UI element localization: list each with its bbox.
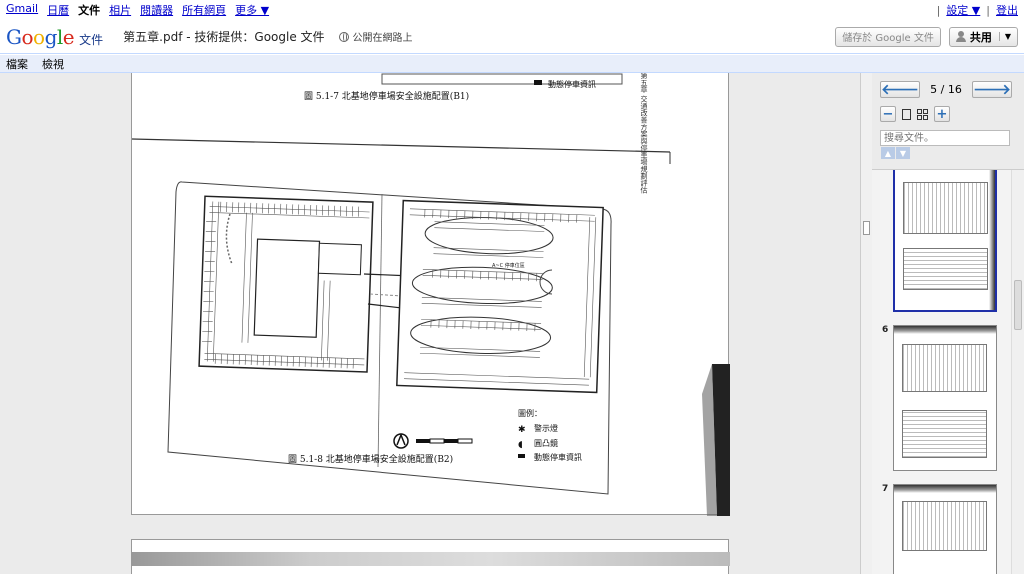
gbar-link-reader[interactable]: 閱讀器 — [140, 2, 173, 18]
legend-item: 圓凸鏡 — [534, 438, 558, 448]
scan-edge — [989, 170, 995, 310]
warning-light-icon: ✱ — [518, 425, 526, 435]
header-actions: 儲存於 Google 文件 共用 ▼ — [835, 26, 1024, 47]
google-docs-logo[interactable]: Google 文件 — [0, 25, 103, 49]
save-to-docs-button[interactable]: 儲存於 Google 文件 — [835, 26, 941, 47]
gbar-link-gmail[interactable]: Gmail — [6, 2, 38, 18]
next-page-button[interactable]: 🡒 — [972, 81, 1012, 98]
sharing-status: 公開在網路上 — [338, 29, 413, 44]
legend-item: 動態停車資訊 — [534, 452, 582, 462]
search-previous-button[interactable]: ▲ — [881, 147, 895, 159]
grip-icon[interactable] — [863, 221, 870, 235]
settings-link[interactable]: 設定 ▼ — [946, 2, 980, 18]
gbar-link-photos[interactable]: 相片 — [109, 2, 131, 18]
scan-edge — [894, 485, 996, 493]
thumbnail-number: 7 — [882, 484, 889, 494]
document-page: 圖 5.1-7 北基地停車場安全設施配置(B1) 動態停車資訊 第五章 交通改善… — [131, 73, 730, 516]
signout-link[interactable]: 登出 — [996, 2, 1018, 18]
arrow-left-icon: 🡐 — [881, 82, 919, 98]
grid-view-icon[interactable] — [917, 108, 928, 120]
menu-view[interactable]: 檢視 — [42, 56, 64, 72]
thumbnail-page-6[interactable] — [893, 325, 997, 471]
document-title: 第五章.pdf - 技術提供：Google 文件 — [123, 30, 325, 44]
separator: | — [986, 3, 990, 17]
gbar-links: Gmail 日曆 文件 相片 閱讀器 所有網頁 更多 ▼ — [6, 2, 269, 18]
separator: | — [936, 3, 941, 17]
search-next-button[interactable]: ▼ — [896, 147, 910, 159]
gbar-link-calendar[interactable]: 日曆 — [47, 2, 69, 18]
panel-resize-handle[interactable] — [860, 73, 872, 574]
zoom-out-button[interactable]: − — [880, 106, 896, 122]
sharing-status-label: 公開在網路上 — [352, 33, 413, 44]
figure-caption: 圖 5.1-8 北基地停車場安全設施配置(B2) — [288, 453, 453, 465]
single-page-view-icon[interactable] — [902, 108, 911, 120]
thumbnail-page-7[interactable] — [893, 484, 997, 574]
document-page — [131, 539, 730, 574]
scan-edge — [894, 326, 996, 334]
floor-plan-left — [198, 195, 374, 373]
legend-title: 圖例： — [518, 408, 542, 418]
side-running-header: 第五章 交通改善方案與停車場規劃評估 — [640, 73, 648, 194]
top-legend-label: 動態停車資訊 — [548, 79, 596, 89]
scrollbar-thumb[interactable] — [1014, 280, 1022, 330]
header: Google 文件 第五章.pdf - 技術提供：Google 文件 公開在網路… — [0, 20, 1024, 54]
page-scan: 圖 5.1-7 北基地停車場安全設施配置(B1) 動態停車資訊 第五章 交通改善… — [132, 73, 730, 516]
chevron-down-icon[interactable]: ▼ — [998, 32, 1011, 41]
parking-info-icon — [518, 454, 525, 458]
page-scan-edge — [132, 552, 730, 566]
page-indicator: 5 / 16 — [930, 83, 962, 96]
menu-file[interactable]: 檔案 — [6, 56, 28, 72]
google-bar: Gmail 日曆 文件 相片 閱讀器 所有網頁 更多 ▼ | 設定 ▼ | 登出 — [0, 0, 1024, 20]
convex-mirror-icon: ◖ — [518, 440, 523, 450]
search-document-input[interactable] — [880, 130, 1010, 146]
thumbnail-image — [903, 182, 988, 234]
thumbnail-scrollbar[interactable] — [1011, 170, 1024, 574]
search-navigation: ▲ ▼ — [881, 147, 910, 159]
share-button-label: 共用 — [969, 30, 992, 44]
gbar-link-docs[interactable]: 文件 — [78, 2, 100, 18]
thumbnail-list[interactable]: 6 7 — [872, 169, 1024, 574]
person-icon — [955, 31, 966, 42]
google-logo: Google — [6, 24, 75, 49]
floor-plan-right: A~C 停車位區 — [396, 199, 604, 394]
gbar-link-web[interactable]: 所有網頁 — [182, 2, 226, 18]
scale-bar — [416, 438, 473, 444]
thumbnail-page-5[interactable] — [893, 170, 997, 312]
gbar-user-links: | 設定 ▼ | 登出 — [937, 2, 1018, 18]
previous-page-button[interactable]: 🡐 — [880, 81, 920, 98]
menu-bar: 檔案 檢視 — [0, 55, 1024, 73]
zone-label: A~C 停車位區 — [492, 262, 525, 269]
navigation-panel: 🡐 5 / 16 🡒 − + ▲ ▼ 6 7 — [872, 73, 1024, 574]
gbar-link-more[interactable]: 更多 ▼ — [235, 2, 269, 18]
top-figure-caption: 圖 5.1-7 北基地停車場安全設施配置(B1) — [304, 90, 469, 102]
document-viewer[interactable]: 圖 5.1-7 北基地停車場安全設施配置(B1) 動態停車資訊 第五章 交通改善… — [0, 73, 860, 574]
globe-icon — [338, 31, 349, 42]
arrow-right-icon: 🡒 — [973, 82, 1011, 98]
page-navigation: 🡐 5 / 16 🡒 — [880, 81, 1012, 98]
share-button[interactable]: 共用 ▼ — [948, 26, 1018, 47]
zoom-controls: − + — [880, 106, 950, 122]
thumbnail-number: 6 — [882, 325, 889, 335]
zoom-in-button[interactable]: + — [934, 106, 950, 122]
thumbnail-image — [902, 501, 987, 551]
thumbnail-image — [902, 344, 987, 392]
legend-item: 警示燈 — [534, 423, 558, 433]
legend: 圖例： ✱ 警示燈 ◖ 圓凸鏡 動態停車資訊 — [518, 408, 582, 462]
product-name: 文件 — [79, 32, 104, 47]
thumbnail-image — [903, 248, 988, 290]
thumbnail-image — [902, 410, 987, 458]
